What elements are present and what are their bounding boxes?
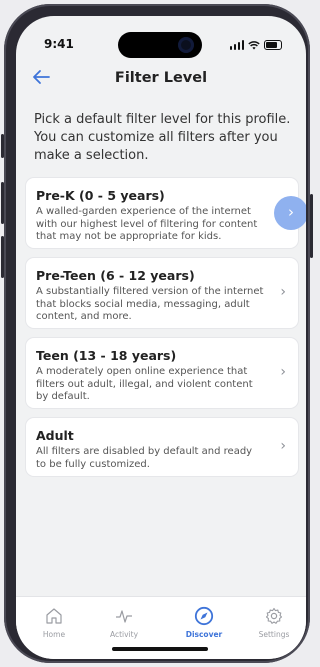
gear-icon bbox=[265, 607, 283, 624]
card-title: Pre-Teen (6 - 12 years) bbox=[36, 268, 195, 283]
tab-label: Discover bbox=[185, 630, 223, 639]
tab-activity[interactable]: Activity bbox=[94, 605, 154, 639]
mute-switch bbox=[1, 134, 4, 158]
tab-discover[interactable]: Discover bbox=[174, 605, 234, 639]
card-description: A moderately open online experience that… bbox=[36, 366, 253, 403]
signal-icon bbox=[229, 40, 244, 50]
filter-level-card-adult[interactable]: Adult All filters are disabled by defaul… bbox=[26, 418, 298, 476]
card-description: A walled-garden experience of the intern… bbox=[36, 206, 258, 243]
filter-level-card-teen[interactable]: Teen (13 - 18 years) A moderately open o… bbox=[26, 338, 298, 408]
page-title: Filter Level bbox=[114, 70, 208, 86]
status-time: 9:41 bbox=[44, 37, 74, 51]
camera-icon bbox=[178, 37, 194, 53]
power-button bbox=[310, 194, 313, 258]
chevron-right-icon[interactable]: › bbox=[274, 196, 306, 230]
card-title: Adult bbox=[36, 428, 74, 443]
card-title: Teen (13 - 18 years) bbox=[36, 348, 177, 363]
compass-icon bbox=[194, 606, 214, 626]
tab-settings[interactable]: Settings bbox=[244, 605, 304, 639]
wifi-icon bbox=[248, 41, 260, 50]
volume-down-button bbox=[1, 236, 4, 278]
dynamic-island bbox=[118, 32, 202, 58]
card-description: All filters are disabled by default and … bbox=[36, 446, 253, 470]
card-title: Pre-K (0 - 5 years) bbox=[36, 188, 165, 203]
card-description: A substantially filtered version of the … bbox=[36, 286, 264, 323]
header: Filter Level bbox=[16, 60, 306, 98]
chevron-right-icon: › bbox=[280, 438, 286, 454]
phone-frame: 9:41 Filter Level Pick a default filter … bbox=[1, 4, 313, 663]
volume-up-button bbox=[1, 182, 4, 224]
tab-home[interactable]: Home bbox=[24, 605, 84, 639]
home-icon bbox=[46, 608, 62, 624]
intro-text: Pick a default filter level for this pro… bbox=[34, 112, 291, 163]
tab-label: Home bbox=[42, 630, 66, 639]
status-bar: 9:41 bbox=[16, 16, 306, 60]
home-indicator bbox=[112, 647, 208, 651]
status-icons bbox=[229, 40, 282, 50]
chevron-right-icon: › bbox=[280, 364, 286, 380]
battery-icon bbox=[264, 40, 282, 50]
chevron-right-icon: › bbox=[280, 284, 286, 300]
tab-label: Settings bbox=[258, 630, 290, 639]
tab-label: Activity bbox=[109, 630, 139, 639]
filter-level-card-pre-teen[interactable]: Pre-Teen (6 - 12 years) A substantially … bbox=[26, 258, 298, 328]
screen: 9:41 Filter Level Pick a default filter … bbox=[16, 16, 306, 659]
activity-icon bbox=[116, 610, 132, 623]
filter-level-card-pre-k[interactable]: Pre-K (0 - 5 years) A walled-garden expe… bbox=[26, 178, 306, 248]
